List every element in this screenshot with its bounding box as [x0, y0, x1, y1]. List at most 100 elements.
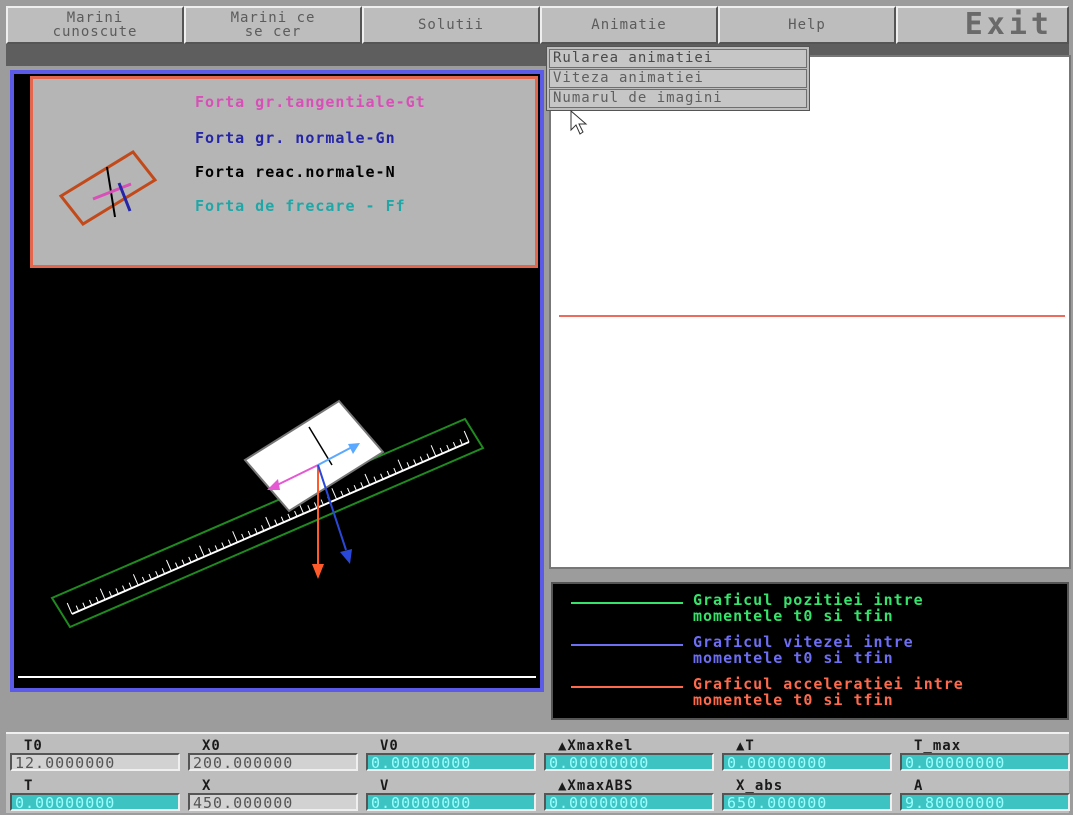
scale-tick	[261, 525, 265, 532]
delta-t-field[interactable]: 0.00000000	[722, 753, 892, 771]
scale-tick	[175, 562, 179, 569]
scale-tick	[430, 445, 437, 457]
menu-bar: Marini cunoscute Marini ce se cer Soluti…	[6, 6, 1069, 44]
x0-field[interactable]: 200.000000	[188, 753, 358, 771]
scale-tick	[364, 473, 371, 486]
sliding-block	[243, 399, 385, 513]
scale-tick	[148, 573, 152, 580]
scale-tick	[419, 456, 424, 463]
menu-help[interactable]: Help	[718, 6, 896, 44]
v0-field[interactable]: 0.00000000	[366, 753, 536, 771]
graph-legend-acceleration: Graficul acceleratiei intre momentele t0…	[553, 674, 1069, 714]
scale-tick	[122, 585, 126, 592]
scale-tick	[353, 485, 357, 491]
scale-tick	[95, 596, 99, 603]
graph-legend: Graficul pozitiei intre momentele t0 si …	[551, 582, 1069, 720]
dropdown-rularea-animatiei[interactable]: Rularea animatiei	[549, 49, 807, 68]
scale-tick	[227, 539, 232, 546]
scale-tick	[426, 453, 430, 460]
scale-tick	[406, 462, 410, 468]
menu-solutii[interactable]: Solutii	[362, 6, 540, 44]
scale-tick	[181, 559, 185, 566]
a-field[interactable]: 9.80000000	[900, 793, 1070, 811]
scale-tick	[265, 516, 271, 529]
mouse-cursor-icon	[570, 110, 588, 135]
scale-tick	[331, 488, 338, 500]
graph-legend-velocity: Graficul vitezei intre momentele t0 si t…	[553, 632, 1069, 672]
scale-tick	[115, 588, 119, 595]
scale-tick	[89, 599, 93, 606]
xmaxabs-field[interactable]: 0.00000000	[544, 793, 714, 811]
param-x: X 450.000000	[184, 776, 360, 812]
legend-gn: Forta gr. normale-Gn	[195, 129, 396, 147]
scale-tick	[99, 588, 106, 600]
legend-gt: Forta gr.tangentiale-Gt	[195, 93, 426, 111]
scale-tick	[380, 473, 384, 480]
menu-marimi-cunoscute[interactable]: Marini cunoscute	[6, 6, 184, 44]
param-x-abs: X_abs 650.000000	[718, 776, 894, 812]
scale-tick	[393, 467, 397, 474]
velocity-legend-text: Graficul vitezei intre momentele t0 si t…	[693, 633, 914, 667]
scale-tick	[75, 605, 80, 612]
scale-tick	[280, 516, 285, 523]
scale-tick	[194, 553, 199, 560]
scale-tick	[161, 568, 166, 575]
param-xmaxrel: ▲XmaxRel 0.00000000	[540, 736, 716, 772]
scale-tick	[232, 531, 238, 543]
graph-panel	[549, 55, 1071, 569]
exit-button[interactable]: Exit	[896, 6, 1069, 44]
position-line-swatch	[571, 602, 683, 604]
acceleration-graph-line	[559, 315, 1065, 317]
scale-tick	[320, 499, 324, 506]
x-field[interactable]: 450.000000	[188, 793, 358, 811]
param-delta-t: ▲T 0.00000000	[718, 736, 894, 772]
scale-tick	[274, 519, 278, 526]
parameter-bar: T0 12.0000000 X0 200.000000 V0 0.0000000…	[6, 732, 1072, 813]
scale-tick	[386, 470, 391, 477]
x-abs-field[interactable]: 650.000000	[722, 793, 892, 811]
scale-tick	[313, 502, 318, 509]
param-xmaxabs: ▲XmaxABS 0.00000000	[540, 776, 716, 812]
scale-tick	[439, 447, 443, 454]
scale-tick	[247, 530, 252, 537]
scale-tick	[294, 510, 298, 517]
scale-tick	[446, 444, 450, 451]
position-legend-text: Graficul pozitiei intre momentele t0 si …	[693, 591, 924, 625]
t-max-field[interactable]: 0.00000000	[900, 753, 1070, 771]
v-field[interactable]: 0.00000000	[366, 793, 536, 811]
acceleration-line-swatch	[571, 686, 683, 688]
scale-tick	[287, 513, 291, 520]
dropdown-viteza-animatiei[interactable]: Viteza animatiei	[549, 69, 807, 88]
animatie-dropdown: Rularea animatiei Viteza animatiei Numar…	[546, 46, 810, 111]
scale-tick	[208, 548, 212, 554]
param-v0: V0 0.00000000	[362, 736, 538, 772]
param-a: A 9.80000000	[896, 776, 1072, 812]
scale-tick	[360, 482, 364, 489]
scale-tick	[141, 576, 146, 583]
scale-tick	[459, 439, 463, 446]
force-legend: Forta gr.tangentiale-Gt Forta gr. normal…	[30, 76, 538, 268]
param-t-max: T_max 0.00000000	[896, 736, 1072, 772]
t-field[interactable]: 0.00000000	[10, 793, 180, 811]
graph-legend-position: Graficul pozitiei intre momentele t0 si …	[553, 590, 1069, 630]
scale-tick	[221, 542, 225, 549]
simulation-panel: Forta gr.tangentiale-Gt Forta gr. normal…	[10, 70, 544, 692]
scale-tick	[188, 556, 192, 563]
arrow-g-head-icon	[312, 564, 324, 579]
velocity-line-swatch	[571, 644, 683, 646]
menu-animatie[interactable]: Animatie	[540, 6, 718, 44]
xmaxrel-field[interactable]: 0.00000000	[544, 753, 714, 771]
scale-tick	[82, 602, 86, 609]
scale-tick	[452, 442, 457, 448]
force-diagram-icon	[58, 150, 158, 226]
param-v: V 0.00000000	[362, 776, 538, 812]
scale-tick	[128, 582, 133, 589]
scale-tick	[463, 430, 470, 443]
menu-marimi-ce-se-cer[interactable]: Marini ce se cer	[184, 6, 362, 44]
scale-tick	[166, 559, 172, 572]
scale-tick	[307, 505, 311, 511]
dropdown-numarul-de-imagini[interactable]: Numarul de imagini	[549, 89, 807, 108]
legend-n: Forta reac.normale-N	[195, 163, 396, 181]
scale-tick	[373, 476, 377, 483]
t0-field[interactable]: 12.0000000	[10, 753, 180, 771]
